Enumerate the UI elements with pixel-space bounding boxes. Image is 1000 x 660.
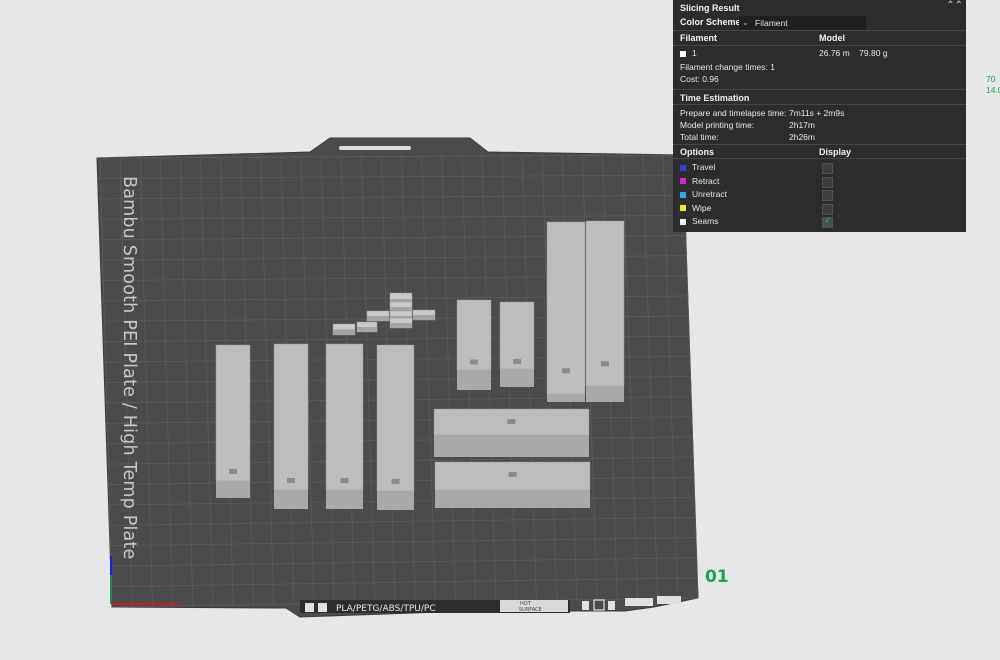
model-bar[interactable] [499, 301, 535, 387]
footer-icon-trash-left [582, 601, 589, 610]
footer-icon-left [305, 603, 314, 612]
color-scheme-dropdown[interactable]: ⌄ Filament [739, 16, 866, 30]
plate-footer-text: PLA/PETG/ABS/TPU/PC [336, 604, 436, 614]
option-retract: Retract [680, 176, 719, 186]
footer-white-tab-2 [657, 596, 681, 604]
cost: Cost: 0.96 [680, 74, 719, 84]
total-time-label: Total time: [680, 132, 719, 142]
slicing-result-panel: Slicing Result ⌃⌃ Color Scheme ⌄ Filamen… [673, 0, 966, 232]
filament-color-swatch [680, 50, 686, 57]
divider [673, 30, 966, 31]
model-bar[interactable] [325, 343, 364, 509]
model-block[interactable] [366, 310, 390, 322]
option-label: Retract [692, 175, 720, 186]
color-scheme-label: Color Scheme [680, 17, 741, 27]
model-bar[interactable] [585, 220, 625, 402]
time-estimation-header: Time Estimation [680, 93, 750, 103]
footer-icon-left2 [318, 603, 327, 612]
model-block[interactable] [389, 317, 413, 329]
divider [673, 45, 966, 46]
model-block[interactable] [412, 309, 436, 321]
option-label: Wipe [692, 202, 712, 213]
model-bar[interactable] [273, 343, 309, 509]
footer-icon-trash-right [608, 601, 615, 610]
model-block[interactable] [389, 301, 413, 313]
model-bar[interactable] [215, 344, 251, 498]
prepare-label: Prepare and timelapse time: [680, 108, 787, 118]
footer-white-tab-1 [625, 598, 653, 606]
panel-title: Slicing Result [680, 3, 740, 13]
display-header: Display [819, 147, 852, 157]
hot-surface-line2: SURFACE [519, 607, 542, 613]
model-slab[interactable] [434, 461, 591, 508]
divider [673, 144, 966, 145]
option-wipe: Wipe [680, 203, 711, 213]
filament-header: Filament [680, 33, 718, 43]
option-display-checkbox[interactable] [822, 190, 833, 201]
option-color-swatch [680, 218, 686, 225]
option-seams: Seams [680, 216, 718, 226]
plate-label: Bambu Smooth PEI Plate / High Temp Plate [119, 176, 139, 560]
divider [673, 158, 966, 159]
filament-change-times: Filament change times: 1 [680, 62, 775, 72]
option-display-checkbox[interactable] [822, 176, 833, 188]
model-length: 26.76 m [819, 48, 850, 58]
filament-row: 1 [680, 48, 697, 58]
option-label: Seams [692, 216, 719, 226]
option-unretract: Unretract [680, 189, 727, 199]
model-time-label: Model printing time: [680, 120, 755, 130]
right-edge-readout: 70 14.0 [986, 74, 1000, 96]
option-travel: Travel [680, 162, 715, 172]
option-display-checkbox[interactable]: ✓ [822, 215, 833, 228]
prepare-value: 7m11s + 2m9s [789, 108, 845, 118]
model-bar[interactable] [546, 221, 586, 402]
plate-number[interactable]: 01 [705, 567, 729, 587]
model-time-value: 2h17m [789, 120, 815, 130]
model-block[interactable] [332, 323, 356, 336]
option-color-swatch [680, 205, 686, 212]
plate-handle [339, 146, 411, 150]
model-bar[interactable] [456, 299, 492, 390]
model-bar[interactable] [376, 344, 415, 510]
model-slab[interactable] [433, 408, 590, 457]
chevron-down-icon: ⌄ [742, 18, 749, 27]
right-edge-line2: 14.0 [986, 85, 1000, 95]
option-label: Travel [692, 162, 716, 172]
option-label: Unretract [692, 189, 727, 199]
divider [673, 89, 966, 90]
filament-index: 1 [692, 48, 697, 58]
model-weight: 79.80 g [859, 48, 888, 58]
option-color-swatch [680, 191, 686, 198]
color-scheme-value: Filament [755, 18, 788, 28]
model-header: Model [819, 33, 845, 43]
model-usage: 26.76 m 79.80 g [819, 48, 888, 58]
option-display-checkbox[interactable] [822, 163, 833, 174]
option-color-swatch [680, 164, 686, 171]
options-header: Options [680, 147, 714, 157]
model-block[interactable] [356, 321, 378, 333]
total-time-value: 2h26m [789, 132, 815, 142]
option-display-checkbox[interactable] [822, 203, 833, 215]
option-color-swatch [680, 178, 686, 185]
divider [673, 104, 966, 105]
collapse-chevron-icon[interactable]: ⌃⌃ [946, 0, 963, 11]
right-edge-line1: 70 [986, 74, 996, 84]
